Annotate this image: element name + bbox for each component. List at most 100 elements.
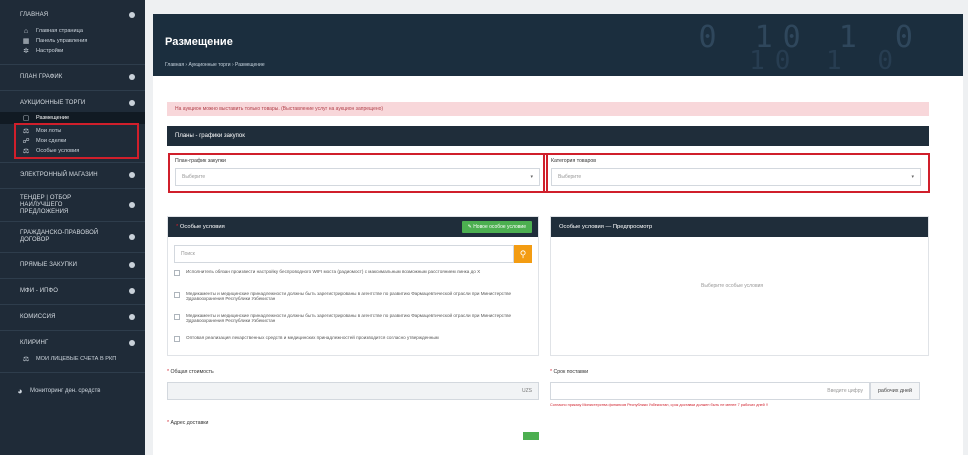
sidebar-section-mfi[interactable]: МФИ - ИПФО (0, 284, 145, 298)
checkbox[interactable] (174, 336, 180, 342)
sidebar-item-special-conditions[interactable]: ⚖ Особые условия (0, 146, 145, 156)
sidebar-section-clearing[interactable]: КЛИРИНГ (0, 336, 145, 350)
condition-text: Оптовая реализация лекарственных средств… (186, 335, 439, 340)
sidebar-item-label: Мои лоты (36, 128, 62, 134)
sidebar-section-direct[interactable]: ПРЯМЫЕ ЗАКУПКИ (0, 258, 145, 272)
plan-select[interactable]: Выберите ▾ (175, 168, 540, 186)
sidebar-item-label: МОИ ЛИЦЕВЫЕ СЧЕТА В РКП (36, 356, 117, 362)
select-value: Выберите (182, 174, 206, 180)
delivery-label: * Срок поставки (550, 369, 589, 375)
condition-text: Медикаменты и медицинские принадлежности… (186, 313, 512, 323)
plan-label: План-график закупки (175, 158, 226, 164)
sidebar-divider (0, 188, 145, 189)
conditions-title: Особые условия (179, 224, 225, 230)
sidebar-section-auctions[interactable]: АУКЦИОННЫЕ ТОРГИ (0, 96, 145, 110)
sidebar-section-main[interactable]: ГЛАВНАЯ (0, 8, 145, 22)
sidebar-item-label: Размещение (36, 115, 70, 121)
chevron-down-icon: ▾ (911, 174, 914, 180)
sidebar-item-placement[interactable]: ▢ Размещение (0, 112, 145, 124)
condition-item[interactable]: Медикаменты и медицинские принадлежности… (174, 291, 524, 301)
handshake-icon: ☍ (22, 138, 30, 145)
checkbox[interactable] (174, 270, 180, 276)
sidebar-section-eshop[interactable]: ЭЛЕКТРОННЫЙ МАГАЗИН (0, 168, 145, 182)
delivery-note: Согласно приказу Министерства финансов Р… (550, 403, 768, 407)
home-icon: ⌂ (23, 27, 29, 35)
sidebar-section-title: АУКЦИОННЫЕ ТОРГИ (20, 100, 86, 106)
delivery-placeholder: Введите цифру (827, 388, 863, 394)
gavel-icon: ⚖ (22, 148, 30, 155)
sidebar-divider (0, 221, 145, 222)
preview-panel: Особые условия — Предпросмотр Выберите о… (550, 216, 929, 356)
condition-item[interactable]: Оптовая реализация лекарственных средств… (174, 335, 524, 345)
select-value: Выберите (558, 174, 582, 180)
sidebar-item-label: Главная страница (36, 28, 83, 34)
chevron-down-icon: ▾ (530, 174, 533, 180)
preview-heading: Особые условия — Предпросмотр (551, 217, 928, 237)
sidebar-item-my-deals[interactable]: ☍ Мои сделки (0, 136, 145, 146)
search-icon[interactable]: ⚲ (514, 245, 532, 263)
sidebar-section-title: ГРАЖДАНСКО-ПРАВОВОЙ ДОГОВОР (20, 230, 99, 243)
sidebar-item-accounts[interactable]: ⚖ МОИ ЛИЦЕВЫЕ СЧЕТА В РКП (0, 354, 145, 364)
sidebar-section-title: КЛИРИНГ (20, 340, 49, 346)
sidebar-section-plan[interactable]: ПЛАН ГРАФИК (0, 70, 145, 84)
add-address-button[interactable] (523, 432, 539, 440)
toggle-dot-icon[interactable] (129, 234, 135, 240)
page-title: Размещение (165, 36, 233, 48)
sidebar-item-monitoring[interactable]: ◕ Мониторинг ден. средств (0, 384, 145, 398)
button-label: Новое особое условие (473, 224, 526, 230)
sidebar-divider (0, 252, 145, 253)
condition-text: Исполнитель обязан произвести настройку … (186, 269, 481, 274)
sidebar-section-commission[interactable]: КОМИССИЯ (0, 310, 145, 324)
checkbox[interactable] (174, 292, 180, 298)
category-select[interactable]: Выберите ▾ (551, 168, 921, 186)
sidebar-divider (0, 278, 145, 279)
sidebar-item-dashboard[interactable]: ▦ Панель управления (0, 36, 145, 46)
sidebar-divider (0, 304, 145, 305)
sidebar-item-label: Мои сделки (36, 138, 67, 144)
sidebar-section-title: МФИ - ИПФО (20, 288, 58, 294)
total-input[interactable]: UZS (167, 382, 539, 400)
toggle-dot-icon[interactable] (129, 12, 135, 18)
sidebar-item-label: Панель управления (36, 38, 88, 44)
sidebar-divider (0, 330, 145, 331)
main-area: 0 10 1 0 10 1 0 Размещение Главная › Аук… (145, 0, 968, 455)
toggle-dot-icon[interactable] (129, 314, 135, 320)
sidebar-section-title: ПЛАН ГРАФИК (20, 74, 63, 80)
condition-item[interactable]: Исполнитель обязан произвести настройку … (174, 269, 524, 276)
toggle-dot-icon[interactable] (129, 262, 135, 268)
content-card: На аукцион можно выставить только товары… (153, 76, 963, 455)
working-days-button[interactable]: рабочих дней (870, 382, 920, 400)
toggle-dot-icon[interactable] (129, 202, 135, 208)
sidebar-section-civil[interactable]: ГРАЖДАНСКО-ПРАВОВОЙ ДОГОВОР (0, 226, 145, 248)
sidebar-divider (0, 372, 145, 373)
toggle-dot-icon[interactable] (129, 172, 135, 178)
search-input[interactable]: Поиск (174, 245, 514, 263)
page-header: 0 10 1 0 10 1 0 Размещение Главная › Аук… (153, 14, 963, 76)
sidebar-item-home[interactable]: ⌂ Главная страница (0, 26, 145, 36)
checkbox[interactable] (174, 314, 180, 320)
total-label: * Общая стоимость (167, 369, 214, 375)
gear-icon: ✲ (23, 48, 29, 55)
sidebar-item-my-lots[interactable]: ⚖ Мои лоты (0, 126, 145, 136)
plans-heading: Планы - графики закупок (167, 126, 929, 146)
condition-item[interactable]: Медикаменты и медицинские принадлежности… (174, 313, 524, 323)
breadcrumb[interactable]: Главная › Аукционные торги › Размещение (165, 62, 265, 68)
pie-chart-icon: ◕ (17, 386, 23, 396)
toggle-dot-icon[interactable] (129, 340, 135, 346)
sidebar-item-settings[interactable]: ✲ Настройки (0, 46, 145, 56)
condition-text: Медикаменты и медицинские принадлежности… (186, 291, 512, 301)
dashboard-icon: ▦ (22, 38, 30, 45)
sidebar-section-title: ГЛАВНАЯ (20, 12, 49, 18)
gavel-icon: ⚖ (22, 128, 30, 135)
address-label: * Адрес доставки (167, 420, 209, 426)
new-condition-button[interactable]: ✎ Новое особое условие (461, 221, 532, 233)
sidebar-item-label: Особые условия (36, 148, 80, 154)
sidebar-section-tender[interactable]: ТЕНДЕР | ОТБОР НАИЛУЧШЕГО ПРЕДЛОЖЕНИЯ (0, 194, 145, 216)
toggle-dot-icon[interactable] (129, 288, 135, 294)
toggle-dot-icon[interactable] (129, 100, 135, 106)
toggle-dot-icon[interactable] (129, 74, 135, 80)
sidebar: ГЛАВНАЯ ⌂ Главная страница ▦ Панель управл… (0, 0, 145, 455)
sidebar-section-title: КОМИССИЯ (20, 314, 56, 320)
sidebar-item-label: Настройки (36, 48, 64, 54)
delivery-input[interactable]: Введите цифру (550, 382, 870, 400)
